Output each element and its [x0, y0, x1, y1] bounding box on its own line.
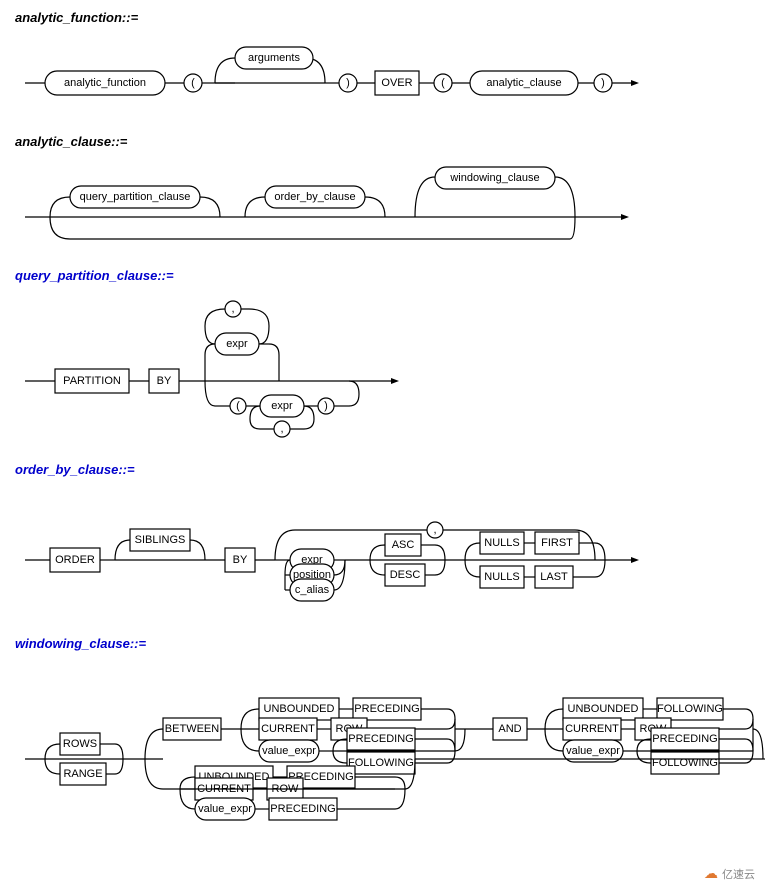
- svg-text:FOLLOWING: FOLLOWING: [657, 703, 723, 715]
- svg-text:DESC: DESC: [390, 569, 421, 581]
- svg-text:UNBOUNDED: UNBOUNDED: [568, 703, 639, 715]
- svg-text:PRECEDING: PRECEDING: [652, 733, 717, 745]
- svg-text:order_by_clause: order_by_clause: [274, 191, 355, 203]
- svg-text:AND: AND: [498, 723, 521, 735]
- title-windowing-clause: windowing_clause::=: [15, 636, 750, 651]
- svg-text:PRECEDING: PRECEDING: [354, 703, 419, 715]
- diagram-windowing-clause: ROWS RANGE BETWEEN: [15, 659, 750, 862]
- svg-text:(: (: [236, 400, 240, 412]
- svg-text:BY: BY: [233, 554, 248, 566]
- section-order-by-clause: order_by_clause::= ORDER SIBLINGS BY: [15, 462, 750, 618]
- svg-text:RANGE: RANGE: [63, 768, 102, 780]
- svg-text:,: ,: [433, 524, 436, 536]
- svg-text:PRECEDING: PRECEDING: [270, 803, 335, 815]
- svg-text:,: ,: [280, 423, 283, 435]
- svg-text:BY: BY: [157, 375, 172, 387]
- title-analytic-function: analytic_function::=: [15, 10, 750, 25]
- watermark-icon: ☁: [704, 865, 718, 882]
- svg-analytic-clause: query_partition_clause order_by_clause w…: [15, 157, 715, 247]
- section-analytic-function: analytic_function::= analytic_function (: [15, 10, 750, 116]
- section-query-partition-clause: query_partition_clause::= PARTITION BY e…: [15, 268, 750, 444]
- watermark-text: 亿速云: [722, 866, 755, 882]
- svg-text:(: (: [191, 77, 195, 89]
- diagram-order-by-clause: ORDER SIBLINGS BY , ex: [15, 485, 750, 618]
- svg-text:ROWS: ROWS: [63, 738, 97, 750]
- section-windowing-clause: windowing_clause::= ROWS RANGE: [15, 636, 750, 862]
- svg-text:PRECEDING: PRECEDING: [348, 733, 413, 745]
- svg-text:analytic_function: analytic_function: [64, 77, 146, 89]
- svg-text:BETWEEN: BETWEEN: [165, 723, 219, 735]
- diagram-analytic-function: analytic_function ( arguments ): [15, 33, 750, 116]
- svg-text:CURRENT: CURRENT: [565, 723, 619, 735]
- svg-text:windowing_clause: windowing_clause: [449, 172, 539, 184]
- section-analytic-clause: analytic_clause::= query_partition_claus…: [15, 134, 750, 250]
- svg-text:LAST: LAST: [540, 571, 568, 583]
- svg-text:arguments: arguments: [248, 52, 300, 64]
- svg-text:NULLS: NULLS: [484, 537, 519, 549]
- page: analytic_function::= analytic_function (: [0, 0, 765, 890]
- svg-analytic-function: analytic_function ( arguments ): [15, 33, 715, 113]
- title-query-partition-clause: query_partition_clause::=: [15, 268, 750, 283]
- svg-text:ORDER: ORDER: [55, 554, 95, 566]
- svg-text:OVER: OVER: [381, 77, 412, 89]
- svg-text:): ): [324, 400, 328, 412]
- svg-text:): ): [346, 77, 350, 89]
- svg-text:NULLS: NULLS: [484, 571, 519, 583]
- svg-text:value_expr: value_expr: [198, 803, 252, 815]
- svg-text:c_alias: c_alias: [295, 584, 330, 596]
- diagram-analytic-clause: query_partition_clause order_by_clause w…: [15, 157, 750, 250]
- svg-text:(: (: [441, 77, 445, 89]
- svg-text:FOLLOWING: FOLLOWING: [348, 757, 414, 769]
- svg-text:analytic_clause: analytic_clause: [486, 77, 561, 89]
- svg-text:FIRST: FIRST: [541, 537, 573, 549]
- svg-text:SIBLINGS: SIBLINGS: [135, 534, 186, 546]
- svg-text:PARTITION: PARTITION: [63, 375, 121, 387]
- svg-text:,: ,: [231, 303, 234, 315]
- svg-text:value_expr: value_expr: [566, 745, 620, 757]
- svg-text:ASC: ASC: [392, 539, 415, 551]
- svg-text:): ): [601, 77, 605, 89]
- title-analytic-clause: analytic_clause::=: [15, 134, 750, 149]
- watermark: ☁ 亿速云: [704, 865, 755, 882]
- title-order-by-clause: order_by_clause::=: [15, 462, 750, 477]
- svg-text:query_partition_clause: query_partition_clause: [80, 191, 191, 203]
- svg-text:CURRENT: CURRENT: [261, 723, 315, 735]
- svg-text:expr: expr: [226, 338, 248, 350]
- diagram-query-partition-clause: PARTITION BY expr ,: [15, 291, 750, 444]
- svg-text:UNBOUNDED: UNBOUNDED: [264, 703, 335, 715]
- svg-order-by-clause: ORDER SIBLINGS BY , ex: [15, 485, 735, 615]
- svg-query-partition-clause: PARTITION BY expr ,: [15, 291, 515, 441]
- svg-text:value_expr: value_expr: [262, 745, 316, 757]
- svg-windowing-clause: ROWS RANGE BETWEEN: [15, 659, 755, 859]
- svg-text:expr: expr: [271, 400, 293, 412]
